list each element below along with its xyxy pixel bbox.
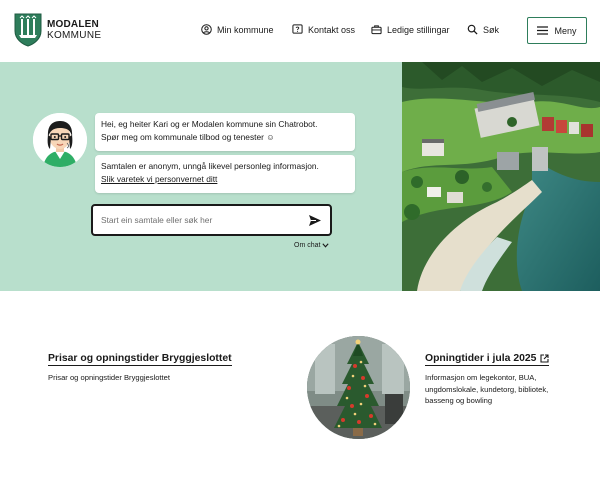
menu-label: Meny <box>554 25 577 36</box>
site-header: MODALEN KOMMUNE Min kommune Kontakt oss … <box>0 0 600 62</box>
briefcase-icon <box>371 25 382 35</box>
nav-my-municipality[interactable]: Min kommune <box>201 24 274 35</box>
card-bryggjeslottet-title[interactable]: Prisar og opningstider Bryggjeslottet <box>48 353 232 366</box>
chat-search-input[interactable] <box>93 215 293 225</box>
greeting-line-1: Hei, eg heiter Kari og er Modalen kommun… <box>101 119 318 129</box>
privacy-link[interactable]: Slik varetek vi personvernet ditt <box>101 173 349 186</box>
card-bryggjeslottet-desc: Prisar og opningstider Bryggjeslottet <box>48 373 170 382</box>
card-christmas-hours-title[interactable]: Opningtider i jula 2025 <box>425 353 550 366</box>
nav-label: Ledige stillingar <box>387 24 450 35</box>
christmas-tree-photo <box>307 336 410 439</box>
hamburger-icon <box>537 26 549 35</box>
nav-label: Kontakt oss <box>308 24 356 35</box>
coat-of-arms-icon <box>14 13 42 47</box>
nav-search[interactable]: Søk <box>467 24 499 35</box>
menu-button[interactable]: Meny <box>527 17 587 44</box>
chat-input-box <box>91 204 332 236</box>
nav-contact[interactable]: Kontakt oss <box>292 24 355 35</box>
card-christmas-hours-desc: Informasjon om legekontor, BUA, ungdomsl… <box>425 373 549 406</box>
chat-question-icon <box>292 24 303 34</box>
greeting-line-2: Spør meg om kommunale tilbod og tenester… <box>101 131 275 142</box>
chatbot-avatar <box>33 113 87 167</box>
chatbot-privacy-bubble: Samtalen er anonym, unngå likevel person… <box>95 155 355 193</box>
aerial-village-photo <box>402 62 600 291</box>
about-chat-label: Om chat <box>294 242 321 249</box>
nav-jobs[interactable]: Ledige stillingar <box>371 24 450 35</box>
nav-label: Søk <box>483 24 500 35</box>
logo-text: MODALEN KOMMUNE <box>47 19 101 41</box>
about-chat-toggle[interactable]: Om chat <box>294 242 330 249</box>
hero-section: Hei, eg heiter Kari og er Modalen kommun… <box>0 62 600 291</box>
send-icon[interactable] <box>308 214 322 227</box>
privacy-text: Samtalen er anonym, unngå likevel person… <box>101 161 319 171</box>
nav-label: Min kommune <box>217 24 274 35</box>
search-icon <box>467 24 478 35</box>
logo-line-2: KOMMUNE <box>47 30 102 41</box>
municipality-logo[interactable]: MODALEN KOMMUNE <box>14 13 101 47</box>
logo-line-1: MODALEN <box>47 19 99 30</box>
chatbot-greeting-bubble: Hei, eg heiter Kari og er Modalen kommun… <box>95 113 355 151</box>
user-circle-icon <box>201 24 212 35</box>
chevron-down-icon <box>322 243 330 248</box>
external-link-icon <box>540 354 549 363</box>
card-christmas-hours-label: Opningtider i jula 2025 <box>425 353 537 364</box>
